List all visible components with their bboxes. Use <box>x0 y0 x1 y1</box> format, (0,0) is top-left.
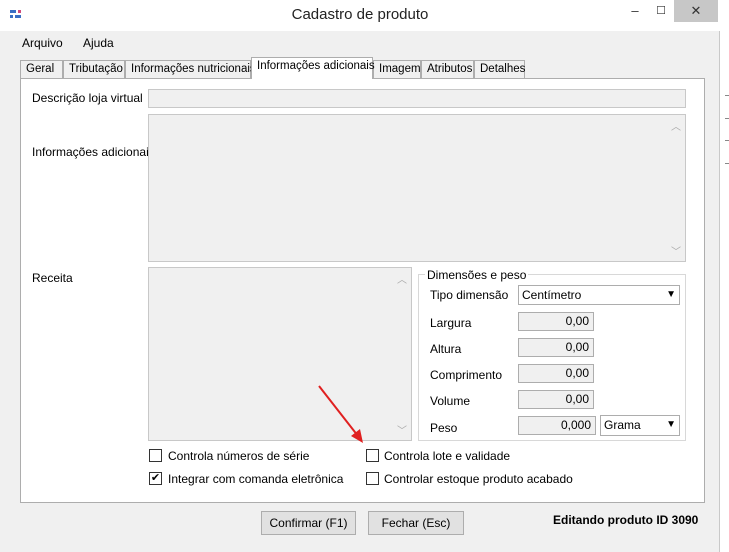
chevron-down-icon: ▼ <box>666 289 676 300</box>
tipo-dimensao-value: Centímetro <box>522 288 582 302</box>
title-bar: Cadastro de produto – ☐ ✕ <box>0 0 720 31</box>
estoque-checkbox[interactable] <box>366 472 379 485</box>
comprimento-label: Comprimento <box>430 368 503 382</box>
scroll-up-icon[interactable]: ︿ <box>668 118 684 133</box>
annotation-arrow-icon <box>318 385 363 443</box>
tab-imagem[interactable]: Imagem <box>373 60 421 78</box>
dimensoes-title: Dimensões e peso <box>425 268 529 282</box>
informacoes-label: Informações adicionais <box>32 145 155 159</box>
tipo-dimensao-label: Tipo dimensão <box>430 288 509 302</box>
receita-textarea[interactable]: ︿ ﹀ <box>148 267 412 441</box>
background-line <box>725 95 729 96</box>
confirmar-button[interactable]: Confirmar (F1) <box>261 511 356 535</box>
receita-label: Receita <box>32 271 73 285</box>
tab-geral[interactable]: Geral <box>20 60 63 78</box>
descricao-label: Descrição loja virtual <box>32 91 143 105</box>
comanda-label: Integrar com comanda eletrônica <box>168 472 344 486</box>
informacoes-textarea[interactable]: ︿ ﹀ <box>148 114 686 262</box>
receita-scrollbar[interactable]: ︿ ﹀ <box>394 269 410 439</box>
background-line <box>725 140 729 141</box>
tab-informacoes-nutricionais[interactable]: Informações nutricionais <box>125 60 256 78</box>
volume-label: Volume <box>430 394 471 408</box>
tab-tributacao[interactable]: Tributação <box>63 60 125 78</box>
scroll-down-icon[interactable]: ﹀ <box>394 422 410 437</box>
estoque-label: Controlar estoque produto acabado <box>384 472 573 486</box>
largura-input[interactable]: 0,00 <box>518 312 594 331</box>
peso-unit-select[interactable]: Grama ▼ <box>600 415 680 436</box>
scroll-down-icon[interactable]: ﹀ <box>668 243 684 258</box>
background-line <box>725 118 729 119</box>
largura-label: Largura <box>430 316 472 330</box>
menu-arquivo[interactable]: Arquivo <box>22 36 63 50</box>
informacoes-scrollbar[interactable]: ︿ ﹀ <box>668 116 684 260</box>
peso-label: Peso <box>430 421 458 435</box>
menu-ajuda[interactable]: Ajuda <box>83 36 114 50</box>
tab-detalhes[interactable]: Detalhes <box>474 60 525 78</box>
altura-label: Altura <box>430 342 462 356</box>
minimize-button[interactable]: – <box>622 0 648 22</box>
window-title: Cadastro de produto <box>291 6 429 23</box>
comanda-checkbox[interactable]: ✔ <box>149 472 162 485</box>
descricao-input[interactable] <box>148 89 686 108</box>
status-text: Editando produto ID 3090 <box>553 513 699 527</box>
checkmark-icon: ✔ <box>150 472 161 484</box>
tab-atributos[interactable]: Atributos <box>421 60 474 78</box>
peso-input[interactable]: 0,000 <box>518 416 596 435</box>
peso-unit-value: Grama <box>604 418 641 432</box>
chevron-down-icon: ▼ <box>666 419 676 430</box>
scroll-up-icon[interactable]: ︿ <box>394 271 410 286</box>
lote-checkbox[interactable] <box>366 449 379 462</box>
serie-label: Controla números de série <box>168 449 310 463</box>
tab-informacoes-adicionais[interactable]: Informações adicionais <box>251 57 375 79</box>
altura-input[interactable]: 0,00 <box>518 338 594 357</box>
close-button[interactable]: ✕ <box>674 0 718 22</box>
maximize-button[interactable]: ☐ <box>648 0 674 22</box>
fechar-button[interactable]: Fechar (Esc) <box>368 511 464 535</box>
tipo-dimensao-select[interactable]: Centímetro ▼ <box>518 285 680 305</box>
comprimento-input[interactable]: 0,00 <box>518 364 594 383</box>
background-line <box>725 163 729 164</box>
serie-checkbox[interactable] <box>149 449 162 462</box>
lote-label: Controla lote e validade <box>384 449 511 463</box>
volume-input[interactable]: 0,00 <box>518 390 594 409</box>
